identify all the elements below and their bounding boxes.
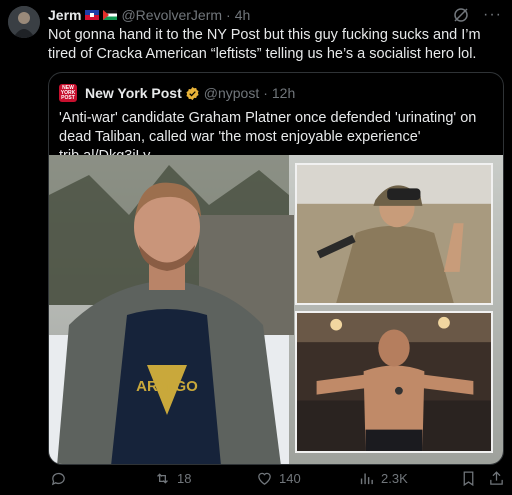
more-icon[interactable]: ··· — [483, 7, 502, 23]
palestine-flag-icon — [103, 10, 118, 20]
tweet-text: Not gonna hand it to the NY Post but thi… — [48, 27, 481, 62]
inset-photo-shirtless — [295, 311, 493, 453]
author-handle[interactable]: @RevolverJerm — [121, 7, 222, 23]
quote-media[interactable]: ARMIGO — [49, 155, 503, 464]
view-count: 2.3K — [381, 471, 408, 486]
avatar-image — [8, 6, 40, 38]
reply-button[interactable] — [50, 470, 73, 487]
views-button[interactable]: 2.3K — [358, 470, 408, 487]
grok-icon[interactable] — [453, 7, 469, 23]
haiti-flag-icon — [85, 10, 100, 20]
like-button[interactable]: 140 — [256, 470, 301, 487]
retweet-count: 18 — [177, 471, 192, 486]
nypost-logo-icon: NEW YORK POST — [59, 84, 77, 102]
heart-icon — [258, 472, 271, 485]
views-icon — [360, 473, 373, 485]
inset-photo-soldier — [295, 163, 493, 305]
share-button[interactable] — [488, 470, 505, 487]
shirt-text: ARMIGO — [136, 378, 198, 395]
quote-timestamp[interactable]: 12h — [272, 85, 295, 101]
quote-header: NEW YORK POST New York Post @nypost · 12h — [59, 84, 295, 102]
quote-author-name[interactable]: New York Post — [85, 85, 182, 101]
quote-separator-dot: · — [263, 85, 268, 101]
like-count: 140 — [279, 471, 301, 486]
retweet-icon — [157, 473, 168, 484]
quoted-tweet[interactable]: NEW YORK POST New York Post @nypost · 12h … — [48, 72, 504, 465]
reply-icon — [51, 472, 65, 486]
share-icon — [490, 471, 503, 485]
quote-handle[interactable]: @nypost — [204, 85, 259, 101]
separator-dot: · — [226, 7, 231, 23]
retweet-button[interactable]: 18 — [154, 470, 191, 487]
tweet-actions: 18 140 2.3K — [48, 470, 504, 490]
bookmark-button[interactable] — [460, 470, 477, 487]
author-avatar[interactable] — [8, 6, 40, 38]
tweet-header: Jerm @RevolverJerm · 4h ··· — [48, 6, 502, 24]
verified-badge-icon — [186, 86, 199, 100]
tweet-timestamp[interactable]: 4h — [235, 7, 251, 23]
bookmark-icon — [463, 471, 474, 487]
author-name[interactable]: Jerm — [48, 7, 81, 23]
